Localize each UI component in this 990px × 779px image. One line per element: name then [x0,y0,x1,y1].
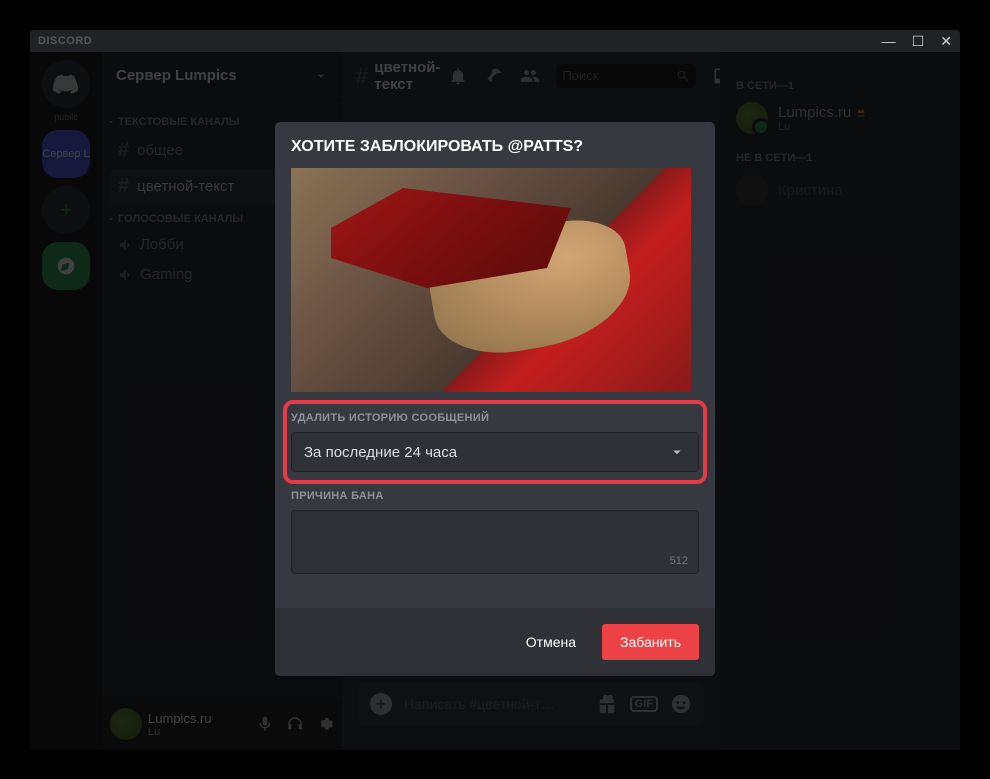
maximize-button[interactable]: ☐ [912,34,925,48]
cancel-button[interactable]: Отмена [508,624,594,660]
modal-backdrop[interactable]: ХОТИТЕ ЗАБЛОКИРОВАТЬ @PATTS? УДАЛИТЬ ИСТ… [30,52,960,750]
delete-history-select[interactable]: За последние 24 часа [291,432,699,472]
ban-modal: ХОТИТЕ ЗАБЛОКИРОВАТЬ @PATTS? УДАЛИТЬ ИСТ… [275,122,715,676]
char-counter: 512 [670,555,688,567]
reason-input[interactable]: 512 [291,510,699,574]
app-body: public Сервер L + Сервер Lumpics ТЕКСТОВ… [30,52,960,750]
ban-gif [291,168,691,392]
reason-group: ПРИЧИНА БАНА 512 [291,490,699,574]
chevron-down-icon [668,443,686,461]
titlebar: DISCORD — ☐ ✕ [30,30,960,52]
select-value: За последние 24 часа [304,444,457,461]
window-controls: — ☐ ✕ [882,34,952,48]
app-window: DISCORD — ☐ ✕ public Сервер L + Сервер L… [30,30,960,750]
modal-title: ХОТИТЕ ЗАБЛОКИРОВАТЬ @PATTS? [291,138,699,156]
app-logo: DISCORD [38,35,92,47]
reason-label: ПРИЧИНА БАНА [291,490,699,502]
modal-footer: Отмена Забанить [275,608,715,676]
ban-button[interactable]: Забанить [602,624,699,660]
minimize-button[interactable]: — [882,34,896,48]
delete-history-label: УДАЛИТЬ ИСТОРИЮ СООБЩЕНИЙ [291,412,699,424]
close-button[interactable]: ✕ [940,34,952,48]
delete-history-group: УДАЛИТЬ ИСТОРИЮ СООБЩЕНИЙ За последние 2… [291,412,699,472]
